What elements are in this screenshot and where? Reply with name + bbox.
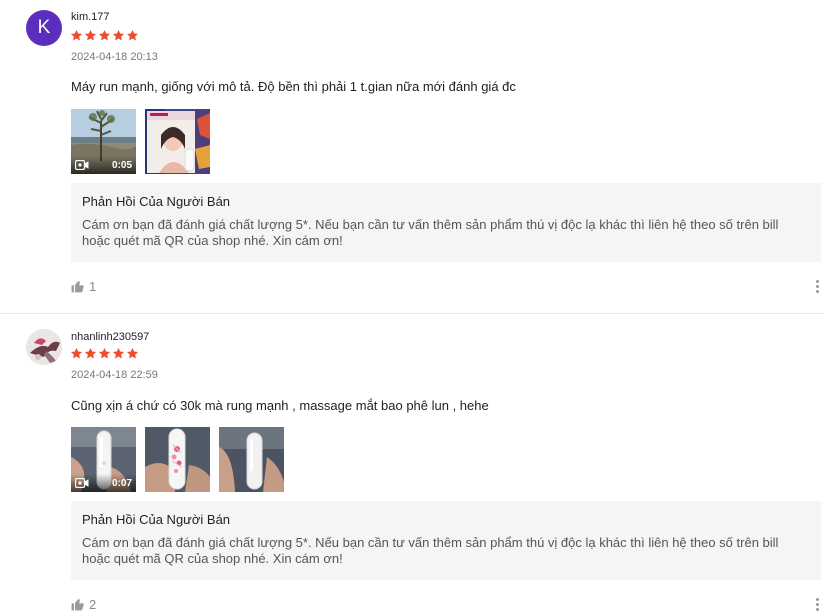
star-rating — [70, 29, 139, 42]
seller-reply-text: Cám ơn bạn đã đánh giá chất lượng 5*. Nế… — [82, 217, 779, 248]
star-icon — [112, 347, 125, 360]
star-icon — [84, 29, 97, 42]
star-icon — [70, 29, 83, 42]
star-icon — [98, 347, 111, 360]
video-overlay: 0:05 — [71, 156, 136, 174]
video-camera-icon — [75, 478, 89, 488]
seller-reply: Phản Hồi Của Người Bán Cám ơn bạn đã đán… — [71, 183, 821, 262]
star-icon — [98, 29, 111, 42]
thumbs-up-icon — [71, 280, 85, 293]
review-item: K kim.177 2024-04-18 20:13 Máy run mạnh,… — [0, 0, 824, 314]
star-rating — [70, 347, 139, 360]
review-item: nhanlinh230597 2024-04-18 22:59 Cũng xịn… — [0, 314, 824, 612]
photo-thumbnail[interactable] — [145, 109, 210, 174]
thumbs-up-icon — [71, 598, 85, 611]
avatar[interactable] — [26, 329, 62, 365]
video-overlay: 0:07 — [71, 474, 136, 492]
like-count: 1 — [89, 279, 97, 294]
review-comment: Máy run mạnh, giống với mô tả. Độ bền th… — [71, 79, 516, 94]
like-count: 2 — [89, 597, 97, 612]
video-thumbnail[interactable]: 0:07 — [71, 427, 136, 492]
video-duration: 0:07 — [111, 477, 132, 489]
avatar-letter: K — [37, 17, 51, 38]
star-icon — [70, 347, 83, 360]
review-comment: Cũng xịn á chứ có 30k mà rung mạnh , mas… — [71, 398, 489, 413]
seller-reply: Phản Hồi Của Người Bán Cám ơn bạn đã đán… — [71, 501, 821, 580]
photo-thumbnail[interactable] — [219, 427, 284, 492]
seller-reply-text: Cám ơn bạn đã đánh giá chất lượng 5*. Nế… — [82, 535, 779, 566]
user-avatar-image — [26, 329, 62, 365]
review-timestamp: 2024-04-18 22:59 — [71, 369, 158, 381]
seller-reply-title: Phản Hồi Của Người Bán — [82, 512, 231, 527]
star-icon — [84, 347, 97, 360]
username[interactable]: kim.177 — [71, 11, 110, 23]
star-icon — [126, 29, 139, 42]
avatar[interactable]: K — [26, 10, 62, 46]
like-button[interactable]: 2 — [71, 597, 96, 612]
review-media: 0:07 — [71, 427, 284, 492]
video-thumbnail[interactable]: 0:05 — [71, 109, 136, 174]
username[interactable]: nhanlinh230597 — [71, 331, 149, 343]
seller-reply-title: Phản Hồi Của Người Bán — [82, 194, 231, 209]
more-options-icon[interactable] — [816, 280, 820, 293]
like-button[interactable]: 1 — [71, 279, 96, 294]
more-options-icon[interactable] — [816, 598, 820, 611]
review-media: 0:05 — [71, 109, 210, 174]
review-timestamp: 2024-04-18 20:13 — [71, 51, 158, 63]
massager-pink-print-photo — [145, 427, 210, 492]
photo-thumbnail[interactable] — [145, 427, 210, 492]
product-box-photo — [145, 109, 210, 174]
massager-closeup-photo — [219, 427, 284, 492]
star-icon — [126, 347, 139, 360]
video-camera-icon — [75, 160, 89, 170]
video-duration: 0:05 — [111, 159, 132, 171]
star-icon — [112, 29, 125, 42]
